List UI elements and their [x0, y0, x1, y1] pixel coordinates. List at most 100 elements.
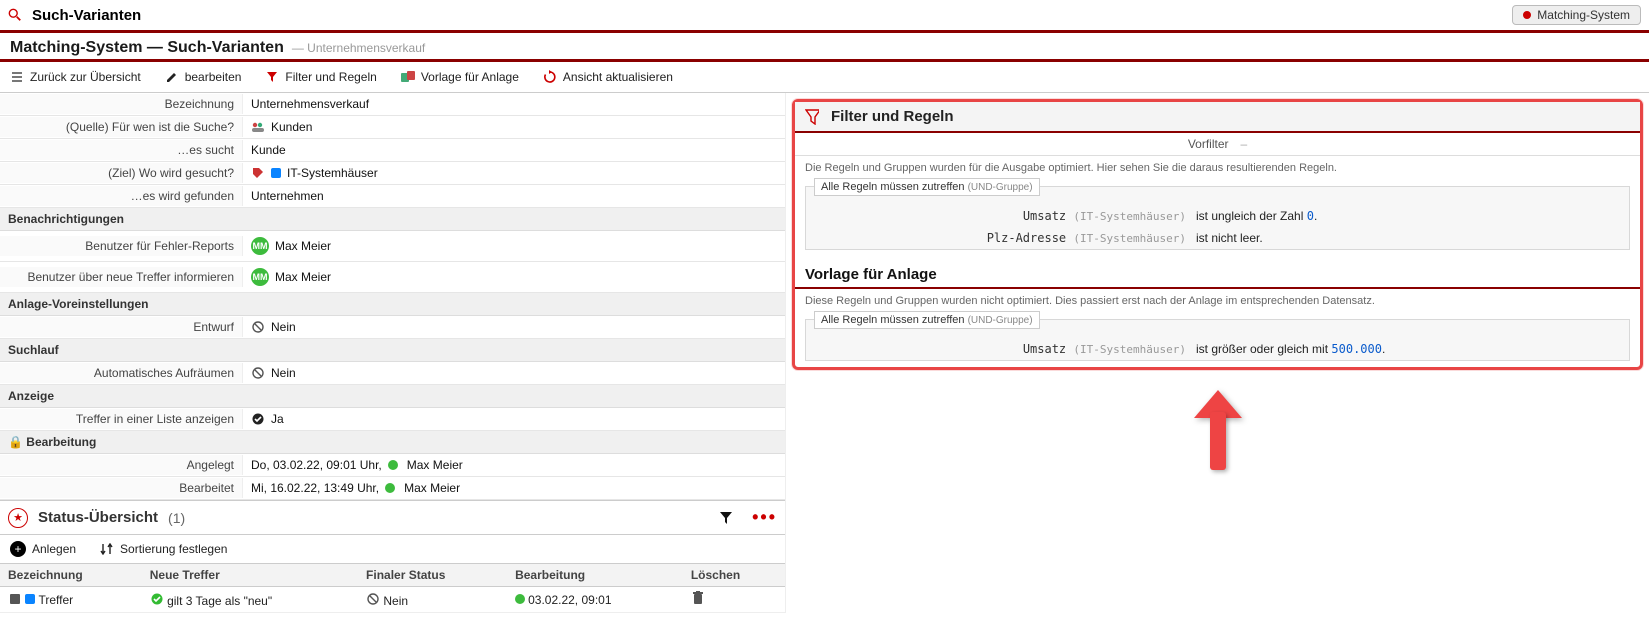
field-label: (Ziel) Wo wird gesucht? [0, 163, 243, 183]
blue-dot-icon [271, 168, 281, 178]
section-header-pref: Anlage-Voreinstellungen [0, 293, 785, 316]
filter-icon[interactable] [718, 511, 732, 525]
status-dot-icon [515, 594, 525, 604]
field-value: Kunde [243, 140, 785, 160]
avatar: MM [251, 237, 269, 255]
context-badge[interactable]: Matching-System [1512, 5, 1641, 25]
add-button[interactable]: +Anlegen [10, 541, 76, 557]
field-label: Treffer in einer Liste anzeigen [0, 409, 243, 429]
field-label: (Quelle) Für wen ist die Suche? [0, 117, 243, 137]
side-panel: Filter und Regeln Vorfilter– Die Regeln … [786, 93, 1649, 613]
refresh-button[interactable]: Ansicht aktualisieren [543, 70, 673, 84]
col-new[interactable]: Neue Treffer [142, 564, 358, 587]
record-dot-icon [1523, 11, 1531, 19]
field-value: MMMax Meier [243, 265, 785, 289]
panel-title: Filter und Regeln [831, 108, 954, 125]
users-icon [251, 120, 265, 134]
rule-row: Umsatz (IT-Systemhäuser) ist ungleich de… [806, 205, 1629, 227]
status-table: Bezeichnung Neue Treffer Finaler Status … [0, 564, 785, 613]
rule-row: Plz-Adresse (IT-Systemhäuser) ist nicht … [806, 227, 1629, 249]
section-title-template: Vorlage für Anlage [795, 256, 1640, 289]
field-label: …es wird gefunden [0, 186, 243, 206]
field-value: Nein [243, 363, 785, 383]
table-row[interactable]: Treffer gilt 3 Tage als "neu" Nein 03.02… [0, 587, 785, 613]
tag-icon [251, 166, 265, 180]
plus-icon: + [10, 541, 26, 557]
funnel-icon [265, 70, 279, 84]
page-title: Such-Varianten [32, 7, 141, 24]
blue-dot-icon [25, 594, 35, 604]
hint-text: Diese Regeln und Gruppen wurden nicht op… [795, 289, 1640, 313]
field-value: MMMax Meier [243, 234, 785, 258]
avatar: MM [251, 268, 269, 286]
section-header-edit: 🔒 Bearbeitung [0, 431, 785, 454]
field-value: Unternehmen [243, 186, 785, 206]
no-icon [251, 366, 265, 380]
field-value: Do, 03.02.22, 09:01 Uhr, Max Meier [243, 455, 785, 475]
tab-vorfilter[interactable]: Vorfilter– [795, 133, 1640, 156]
no-icon [251, 320, 265, 334]
breadcrumb-main: Matching-System — Such-Varianten [10, 39, 284, 57]
sort-button[interactable]: Sortierung festlegen [100, 542, 227, 556]
rules-button[interactable]: Filter und Regeln [265, 70, 376, 84]
field-label: Benutzer über neue Treffer informieren [0, 267, 243, 287]
field-value: Kunden [243, 117, 785, 137]
status-count: (1) [168, 510, 185, 526]
rule-group: Alle Regeln müssen zutreffen (UND-Gruppe… [805, 186, 1630, 250]
edit-button[interactable]: bearbeiten [165, 70, 242, 84]
star-icon: ★ [8, 508, 28, 528]
lock-icon: 🔒 [8, 435, 23, 449]
field-label: Bearbeitet [0, 478, 243, 498]
pencil-icon [165, 70, 179, 84]
col-name[interactable]: Bezeichnung [0, 564, 142, 587]
check-green-icon [150, 592, 164, 606]
template-icon [401, 70, 415, 84]
group-legend: Alle Regeln müssen zutreffen (UND-Gruppe… [814, 178, 1040, 196]
check-icon [251, 412, 265, 426]
breadcrumb: Matching-System — Such-Varianten — Unter… [0, 33, 1649, 62]
section-header-notif: Benachrichtigungen [0, 208, 785, 231]
funnel-icon [805, 110, 819, 124]
refresh-icon [543, 70, 557, 84]
field-value: Ja [243, 409, 785, 429]
search-icon [8, 8, 22, 22]
field-label: Automatisches Aufräumen [0, 363, 243, 383]
sort-icon [100, 542, 114, 556]
more-icon[interactable]: ••• [752, 507, 777, 528]
col-final[interactable]: Finaler Status [358, 564, 507, 587]
field-value: Unternehmensverkauf [243, 94, 785, 114]
status-dot-icon [385, 483, 395, 493]
topbar: Such-Varianten Matching-System [0, 0, 1649, 33]
field-label: …es sucht [0, 140, 243, 160]
context-badge-label: Matching-System [1537, 8, 1630, 22]
field-label: Angelegt [0, 455, 243, 475]
status-header: ★ Status-Übersicht (1) ••• [0, 500, 785, 535]
list-icon [10, 70, 24, 84]
trash-icon[interactable] [691, 591, 705, 605]
panel-header: Filter und Regeln [795, 102, 1640, 133]
status-actions: +Anlegen Sortierung festlegen [0, 535, 785, 564]
no-icon [366, 592, 380, 606]
group-legend: Alle Regeln müssen zutreffen (UND-Gruppe… [814, 311, 1040, 329]
rule-group: Alle Regeln müssen zutreffen (UND-Gruppe… [805, 319, 1630, 361]
field-value: IT-Systemhäuser [243, 163, 785, 183]
col-del[interactable]: Löschen [683, 564, 785, 587]
rules-panel: Filter und Regeln Vorfilter– Die Regeln … [792, 99, 1643, 370]
field-value: Mi, 16.02.22, 13:49 Uhr, Max Meier [243, 478, 785, 498]
hint-text: Die Regeln und Gruppen wurden für die Au… [795, 156, 1640, 180]
record-icon [8, 592, 22, 606]
field-value: Nein [243, 317, 785, 337]
rule-row: Umsatz (IT-Systemhäuser) ist größer oder… [806, 338, 1629, 360]
template-button[interactable]: Vorlage für Anlage [401, 70, 519, 84]
field-label: Bezeichnung [0, 94, 243, 114]
back-button[interactable]: Zurück zur Übersicht [10, 70, 141, 84]
detail-panel: BezeichnungUnternehmensverkauf (Quelle) … [0, 93, 786, 613]
col-edit[interactable]: Bearbeitung [507, 564, 683, 587]
status-dot-icon [388, 460, 398, 470]
status-title: Status-Übersicht [38, 509, 158, 526]
toolbar: Zurück zur Übersicht bearbeiten Filter u… [0, 62, 1649, 93]
arrow-annotation-icon [1198, 390, 1238, 470]
section-header-search: Suchlauf [0, 339, 785, 362]
section-header-display: Anzeige [0, 385, 785, 408]
field-label: Benutzer für Fehler-Reports [0, 236, 243, 256]
